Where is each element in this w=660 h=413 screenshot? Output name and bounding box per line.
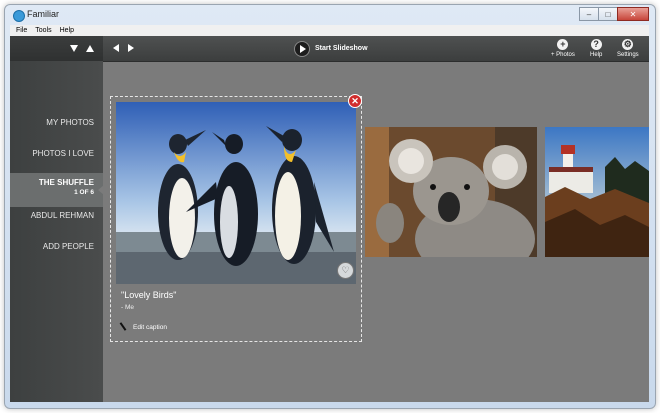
pencil-icon[interactable] xyxy=(119,322,127,331)
sidebar: MY PHOTOS PHOTOS I LOVE THE SHUFFLE 1 OF… xyxy=(10,36,104,402)
koala-photo[interactable] xyxy=(365,127,537,257)
sidebar-item-my-photos[interactable]: MY PHOTOS xyxy=(10,118,103,127)
help-button[interactable]: ? Help xyxy=(590,39,602,58)
sidebar-item-label: PHOTOS I LOVE xyxy=(32,149,94,158)
settings-button[interactable]: ⚙ Settings xyxy=(617,39,639,58)
app-icon xyxy=(13,10,25,22)
photo-caption: "Lovely Birds" xyxy=(121,290,177,300)
active-indicator xyxy=(98,185,104,195)
penguins-photo[interactable] xyxy=(116,102,356,284)
shuffle-count: 1 OF 6 xyxy=(74,189,94,196)
sidebar-item-photos-i-love[interactable]: PHOTOS I LOVE xyxy=(10,149,103,158)
collapse-down-icon[interactable] xyxy=(70,45,78,52)
sidebar-item-the-shuffle[interactable]: THE SHUFFLE 1 OF 6 xyxy=(10,173,104,207)
add-photos-label: + Photos xyxy=(551,52,575,58)
sidebar-item-label: MY PHOTOS xyxy=(46,118,94,127)
gear-icon: ⚙ xyxy=(622,39,634,50)
heart-icon[interactable]: ♡ xyxy=(337,262,354,279)
sidebar-item-label: ABDUL REHMAN xyxy=(30,211,94,220)
photo-author: - Me xyxy=(121,304,134,311)
sidebar-item-label: THE SHUFFLE xyxy=(38,178,94,187)
sidebar-item-add-people[interactable]: ADD PEOPLE xyxy=(10,242,103,251)
sidebar-item-label: ADD PEOPLE xyxy=(42,242,94,251)
menu-file[interactable]: File xyxy=(16,27,27,34)
minimize-button[interactable]: – xyxy=(579,7,599,21)
help-icon: ? xyxy=(590,39,602,50)
maximize-button[interactable]: □ xyxy=(598,7,618,21)
menu-help[interactable]: Help xyxy=(60,27,74,34)
app-window: Familiar – □ ✕ File Tools Help Start Sli… xyxy=(4,4,656,409)
remove-photo-button[interactable]: ✕ xyxy=(348,94,362,108)
plus-icon: + xyxy=(557,39,569,50)
edit-caption-link[interactable]: Edit caption xyxy=(133,324,167,331)
title-bar: Familiar – □ ✕ xyxy=(5,5,655,25)
main-area: Start Slideshow + + Photos ? Help ⚙ Sett… xyxy=(10,36,649,402)
play-icon[interactable] xyxy=(294,41,310,57)
sidebar-item-abdul-rehman[interactable]: ABDUL REHMAN xyxy=(10,211,103,220)
lighthouse-photo[interactable] xyxy=(545,127,649,257)
help-label: Help xyxy=(590,52,603,58)
close-button[interactable]: ✕ xyxy=(617,7,649,21)
expand-up-icon[interactable] xyxy=(86,45,94,52)
sidebar-header xyxy=(10,36,103,61)
menu-tools[interactable]: Tools xyxy=(35,27,51,34)
add-photos-button[interactable]: + + Photos xyxy=(551,39,575,58)
previous-arrow-icon[interactable] xyxy=(113,44,119,52)
start-slideshow-button[interactable]: Start Slideshow xyxy=(315,45,368,52)
menu-bar: File Tools Help xyxy=(10,25,649,36)
photo-card: ✕ ♡ "Lovely Birds" - Me Edit caption xyxy=(110,94,362,342)
toolbar: Start Slideshow + + Photos ? Help ⚙ Sett… xyxy=(10,36,649,62)
window-title: Familiar xyxy=(27,9,60,19)
next-arrow-icon[interactable] xyxy=(128,44,134,52)
settings-label: Settings xyxy=(617,52,639,58)
